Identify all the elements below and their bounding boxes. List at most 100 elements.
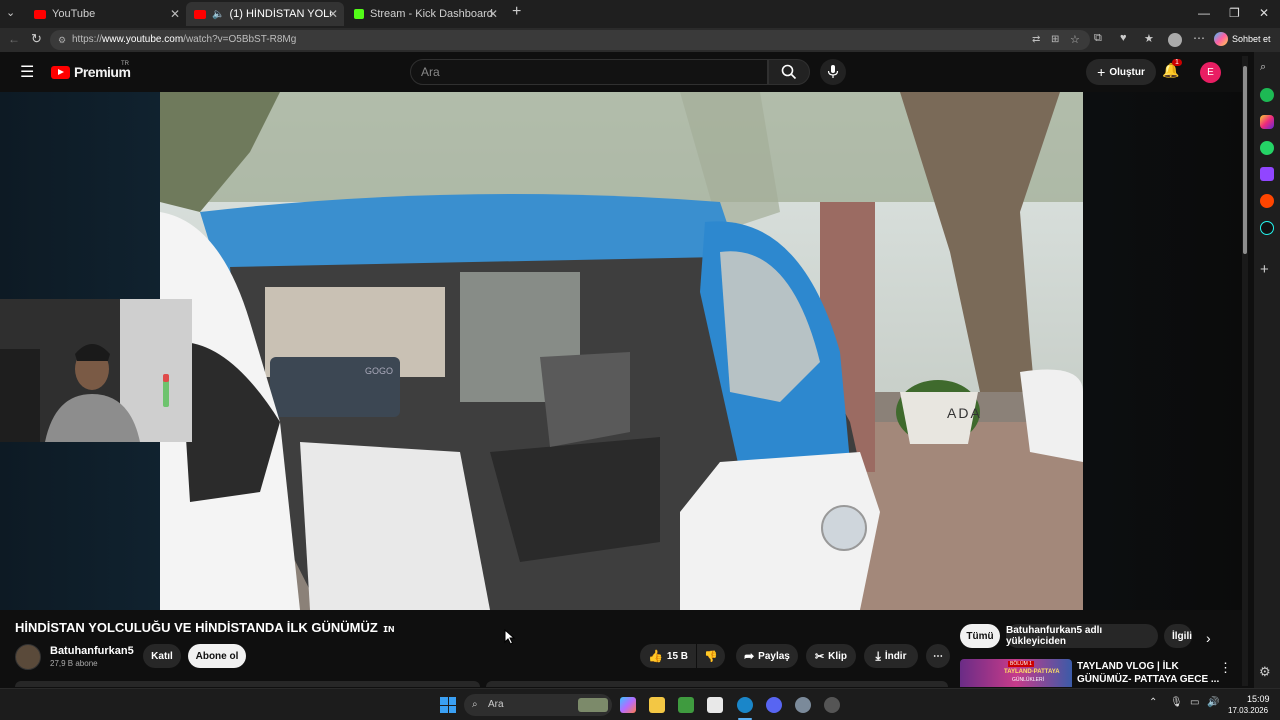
clock-date[interactable]: 17.03.2026 <box>1228 706 1268 715</box>
settings-gear-icon[interactable]: ⚙ <box>1259 664 1271 680</box>
chips-next-icon[interactable]: › <box>1206 630 1211 646</box>
network-icon[interactable]: ▭ <box>1190 697 1199 708</box>
create-button[interactable]: + Oluştur <box>1086 59 1156 85</box>
recommendation-more-icon[interactable]: ⋮ <box>1219 660 1232 676</box>
site-info-icon[interactable]: ⚙ <box>58 30 66 50</box>
more-options-icon[interactable]: ⋯ <box>1193 31 1205 45</box>
volume-icon[interactable]: 🔊 <box>1207 697 1219 708</box>
url-path: /watch?v=O5BbST-R8Mg <box>183 34 297 45</box>
xbox-icon[interactable] <box>795 697 811 713</box>
performance-icon[interactable]: ♥ <box>1120 32 1127 44</box>
start-button[interactable] <box>440 697 456 713</box>
microphone-icon[interactable]: 🎙 <box>1170 697 1183 708</box>
address-bar[interactable]: ⚙ https://www.youtube.com/watch?v=O5BbST… <box>50 30 1090 50</box>
like-button[interactable]: 👍 15 B <box>640 644 696 668</box>
collections-icon[interactable]: ★ <box>1144 32 1154 45</box>
microsoft-store-icon[interactable] <box>707 697 723 713</box>
translate-icon[interactable]: ⇄ <box>1032 30 1040 50</box>
whatsapp-icon[interactable] <box>1260 141 1274 155</box>
chip-from-uploader[interactable]: Batuhanfurkan5 adlı yükleyiciden <box>1006 624 1158 648</box>
join-button[interactable]: Katıl <box>143 644 181 668</box>
close-window-icon[interactable]: ✕ <box>1259 6 1269 20</box>
thumbs-up-icon: 👍 <box>647 649 663 663</box>
channel-avatar[interactable] <box>15 644 41 670</box>
join-label: Katıl <box>151 650 173 662</box>
subscriber-count: 27,9 B abone <box>50 659 98 668</box>
copilot-button[interactable]: Sohbet et <box>1214 32 1271 46</box>
tab-video[interactable]: 🔈 (1) HİNDİSTAN YOLCULUĞU V ✕ <box>186 2 344 26</box>
page-scrollbar[interactable] <box>1242 56 1248 686</box>
download-button[interactable]: ⤓ İndir <box>864 644 918 668</box>
copilot-icon <box>1214 32 1228 46</box>
description-box-top <box>15 681 480 687</box>
tab-menu-icon[interactable]: ⌄ <box>6 6 15 19</box>
search-input[interactable]: Ara <box>410 59 768 85</box>
mouse-cursor-icon <box>504 629 516 645</box>
channel-name[interactable]: Batuhanfurkan5 <box>50 645 134 657</box>
spotify-icon[interactable] <box>1260 88 1274 102</box>
minecraft-icon[interactable] <box>678 697 694 713</box>
minimize-icon[interactable]: — <box>1198 6 1210 20</box>
new-tab-icon[interactable]: + <box>512 3 521 21</box>
add-sidebar-app-icon[interactable]: + <box>1260 261 1269 278</box>
youtube-logo[interactable]: Premium <box>51 64 131 80</box>
menu-icon[interactable]: ☰ <box>20 62 34 82</box>
clip-button[interactable]: ✂ Klip <box>806 644 856 668</box>
share-icon: ➦ <box>744 649 755 663</box>
apps-icon[interactable]: ⊞ <box>1051 30 1059 50</box>
subscribe-button[interactable]: Abone ol <box>188 644 246 668</box>
close-tab-icon[interactable]: ✕ <box>328 7 338 21</box>
back-icon[interactable]: ← <box>8 32 20 46</box>
tab-kick[interactable]: Stream - Kick Dashboard ✕ <box>346 2 504 26</box>
voice-search-button[interactable] <box>820 59 846 85</box>
clock-time[interactable]: 15:09 <box>1247 694 1270 704</box>
tab-youtube[interactable]: YouTube ✕ <box>26 2 186 26</box>
instagram-icon[interactable] <box>1260 115 1274 129</box>
planter-sign-text: ADA <box>947 405 982 421</box>
speaker-icon[interactable]: 🔈 <box>212 9 224 20</box>
dislike-button[interactable]: 👎 <box>697 644 725 668</box>
refresh-icon[interactable]: ↻ <box>31 31 42 47</box>
discord-icon[interactable] <box>766 697 782 713</box>
thumb-text: GÜNLÜKLERİ <box>1012 677 1044 683</box>
chip-all[interactable]: Tümü <box>960 624 1000 648</box>
rickshaw-brand-text: GOGO <box>365 366 393 376</box>
search-icon[interactable]: ⌕ <box>1260 61 1266 74</box>
tiktok-icon[interactable] <box>1260 221 1274 235</box>
favorite-star-icon[interactable]: ☆ <box>1070 30 1080 50</box>
show-hidden-icons-icon[interactable]: ⌃ <box>1149 697 1157 708</box>
more-actions-button[interactable]: ⋯ <box>926 644 950 668</box>
share-button[interactable]: ➦ Paylaş <box>736 644 798 668</box>
notification-badge: 1 <box>1172 59 1182 66</box>
file-explorer-icon[interactable] <box>649 697 665 713</box>
search-button[interactable] <box>768 59 810 85</box>
steam-icon[interactable] <box>824 697 840 713</box>
extensions-icon[interactable]: ⧉ <box>1094 32 1102 45</box>
restore-icon[interactable]: ❐ <box>1229 6 1240 20</box>
profile-avatar[interactable] <box>1168 33 1182 47</box>
close-tab-icon[interactable]: ✕ <box>488 7 498 21</box>
copilot-taskbar-icon[interactable] <box>620 697 636 713</box>
taskbar-search[interactable]: ⌕ Ara <box>464 694 612 716</box>
download-icon: ⤓ <box>875 648 881 663</box>
thumbs-down-icon: 👎 <box>704 650 718 663</box>
recommendation-thumbnail[interactable]: BÖLÜM 1 TAYLAND-PATTAYA GÜNLÜKLERİ <box>960 659 1072 687</box>
twitch-icon[interactable] <box>1260 167 1274 181</box>
account-avatar[interactable]: E <box>1200 62 1221 83</box>
thumb-text: BÖLÜM 1 <box>1008 661 1034 667</box>
chip-related[interactable]: İlgili <box>1164 624 1192 648</box>
video-player[interactable]: ADA GOGO <box>160 92 1083 610</box>
recommendation-title-line1[interactable]: TAYLAND VLOG | İLK <box>1077 661 1179 672</box>
more-horizontal-icon: ⋯ <box>933 650 943 662</box>
youtube-header: ☰ Premium TR Ara + Oluştur 🔔 1 E <box>0 52 1244 92</box>
microphone-icon <box>827 65 839 78</box>
webcam-overlay <box>0 299 192 442</box>
scrollbar-thumb[interactable] <box>1243 66 1247 254</box>
recommendation-title-line2[interactable]: GÜNÜMÜZ- PATTAYA GECE ... <box>1077 674 1219 685</box>
reddit-icon[interactable] <box>1260 194 1274 208</box>
close-tab-icon[interactable]: ✕ <box>170 7 180 21</box>
video-title-suffix: ɪɴ <box>383 623 395 635</box>
video-frame: ADA GOGO <box>160 92 1083 610</box>
notifications-button[interactable]: 🔔 1 <box>1162 59 1182 82</box>
edge-browser-icon[interactable] <box>737 697 753 713</box>
